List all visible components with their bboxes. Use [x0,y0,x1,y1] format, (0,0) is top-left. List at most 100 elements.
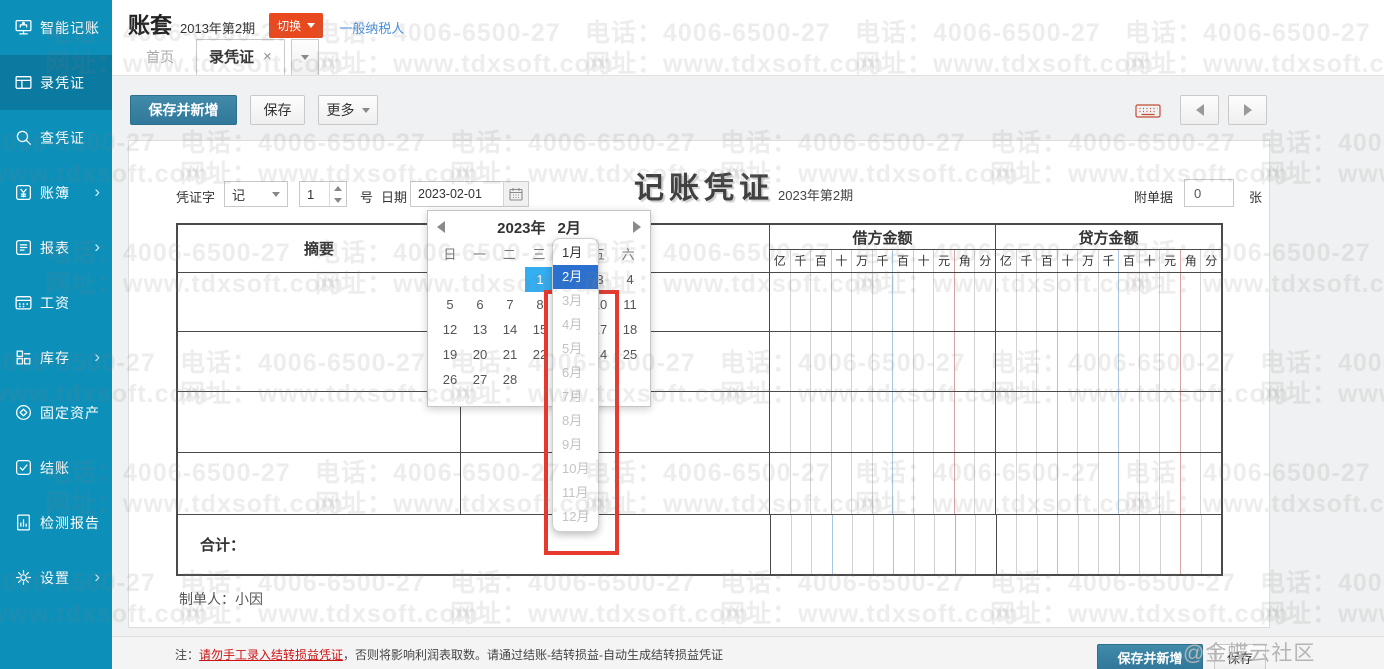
summary-cell[interactable] [178,392,461,453]
sidebar-item-reports[interactable]: 报表› [0,220,112,275]
month-option[interactable]: 10月 [553,457,598,481]
next-voucher-button[interactable] [1228,95,1267,125]
amount-digit-cell [832,273,853,331]
sidebar-item-voucher-entry[interactable]: 录凭证 [0,55,112,110]
calendar-day[interactable]: 26 [435,367,465,392]
keyboard-shortcut-icon[interactable] [1133,101,1163,126]
amount-digit-cell [1037,453,1058,514]
calendar-icon[interactable] [503,182,528,206]
amount-digit-cell [1037,392,1058,453]
tab-home[interactable]: 首页 [130,41,190,75]
warning-link[interactable]: 请勿手工录入结转损益凭证 [199,648,343,662]
amount-digit-cell [811,332,832,391]
debit-amount-cell[interactable] [770,453,996,514]
sidebar-item-fixed-assets[interactable]: 固定资产 [0,385,112,440]
calendar-day[interactable]: 12 [435,317,465,342]
amount-digit-cell [975,273,995,331]
footer-save-and-new-button[interactable]: 保存并新增 [1097,644,1203,669]
month-option[interactable]: 6月 [553,361,598,385]
summary-cell[interactable] [178,332,461,391]
number-stepper[interactable] [329,182,346,206]
amount-digit-cell [934,392,955,453]
month-option[interactable]: 12月 [553,505,598,529]
calendar-day[interactable]: 8 [525,292,555,317]
sidebar-item-inventory[interactable]: 库存› [0,330,112,385]
calendar-day[interactable]: 25 [615,342,645,367]
summary-cell[interactable] [178,453,461,514]
month-option[interactable]: 3月 [553,289,598,313]
credit-amount-cell[interactable] [996,392,1221,453]
voucher-number-input[interactable]: 1 [299,181,347,207]
attachment-count-input[interactable]: 0 [1184,179,1234,207]
calendar-day[interactable]: 18 [615,317,645,342]
calendar-day[interactable]: 13 [465,317,495,342]
page: 智能记账录凭证查凭证账簿›报表›工资库存›固定资产结账检测报告设置› 账套 20… [0,0,1384,669]
calendar-day[interactable]: 6 [465,292,495,317]
month-option[interactable]: 7月 [553,385,598,409]
calendar-day[interactable]: 7 [495,292,525,317]
datepicker-title[interactable]: 2023年 2月 [497,217,581,238]
summary-cell[interactable] [178,273,461,331]
save-button[interactable]: 保存 [250,95,305,125]
more-button[interactable]: 更多 [318,95,378,125]
credit-amount-cell[interactable] [996,453,1221,514]
save-and-new-button[interactable]: 保存并新增 [130,95,237,125]
calendar-day[interactable]: 4 [615,267,645,292]
calendar-day[interactable]: 5 [435,292,465,317]
debit-amount-cell[interactable] [770,332,996,391]
sidebar-item-settings[interactable]: 设置› [0,550,112,605]
digit-header: 千 [1017,250,1038,272]
month-option[interactable]: 9月 [553,433,598,457]
footer-save-button[interactable]: 保存 [1214,644,1266,669]
datepicker-month[interactable]: 2月 [558,217,581,238]
calendar-day[interactable]: 28 [495,367,525,392]
calendar-day[interactable]: 22 [525,342,555,367]
sidebar-item-inspection-report[interactable]: 检测报告 [0,495,112,550]
step-down-icon[interactable] [334,198,342,203]
amount-digit-cell [853,515,874,574]
month-option[interactable]: 11月 [553,481,598,505]
calendar-day[interactable]: 21 [495,342,525,367]
sidebar-item-payroll[interactable]: 工资 [0,275,112,330]
sidebar-item-voucher-search[interactable]: 查凭证 [0,110,112,165]
datepicker-year[interactable]: 2023年 [497,217,545,238]
calendar-day[interactable]: 1 [525,267,555,292]
ledger-icon [13,183,33,203]
date-input[interactable]: 2023-02-01 [410,181,529,207]
calendar-day[interactable]: 27 [465,367,495,392]
taxpayer-link[interactable]: 一般纳税人 [339,18,404,37]
step-up-icon[interactable] [334,186,342,191]
sidebar-item-ledger[interactable]: 账簿› [0,165,112,220]
calendar-day-empty [495,267,525,292]
month-option[interactable]: 8月 [553,409,598,433]
datepicker-popup: 2023年 2月 日一二三四五六 12345678910111213141516… [427,210,651,407]
debit-total-cell [771,515,997,574]
sidebar-item-smart-accounting[interactable]: 智能记账 [0,0,112,55]
settings-icon [13,568,33,588]
credit-amount-cell[interactable] [996,273,1221,331]
credit-amount-cell[interactable] [996,332,1221,391]
tab-voucher-entry[interactable]: 录凭证 × [196,39,285,75]
amount-digit-cell [1181,332,1202,391]
calendar-day[interactable]: 20 [465,342,495,367]
switch-account-button[interactable]: 切换 [269,13,323,38]
calendar-day[interactable]: 11 [615,292,645,317]
amount-digit-cell [770,332,791,391]
subject-cell[interactable] [461,453,770,514]
calendar-day[interactable]: 14 [495,317,525,342]
tab-list-dropdown[interactable] [291,39,319,75]
previous-voucher-button[interactable] [1180,95,1219,125]
next-month-icon[interactable] [633,221,641,233]
month-option[interactable]: 2月 [553,265,598,289]
calendar-day[interactable]: 19 [435,342,465,367]
sidebar-item-closing[interactable]: 结账 [0,440,112,495]
month-option[interactable]: 1月 [553,241,598,265]
month-option[interactable]: 4月 [553,313,598,337]
calendar-day[interactable]: 15 [525,317,555,342]
voucher-word-select[interactable]: 记 [224,181,288,207]
close-tab-icon[interactable]: × [263,48,272,65]
debit-amount-cell[interactable] [770,273,996,331]
month-option[interactable]: 5月 [553,337,598,361]
prev-month-icon[interactable] [437,221,445,233]
debit-amount-cell[interactable] [770,392,996,453]
